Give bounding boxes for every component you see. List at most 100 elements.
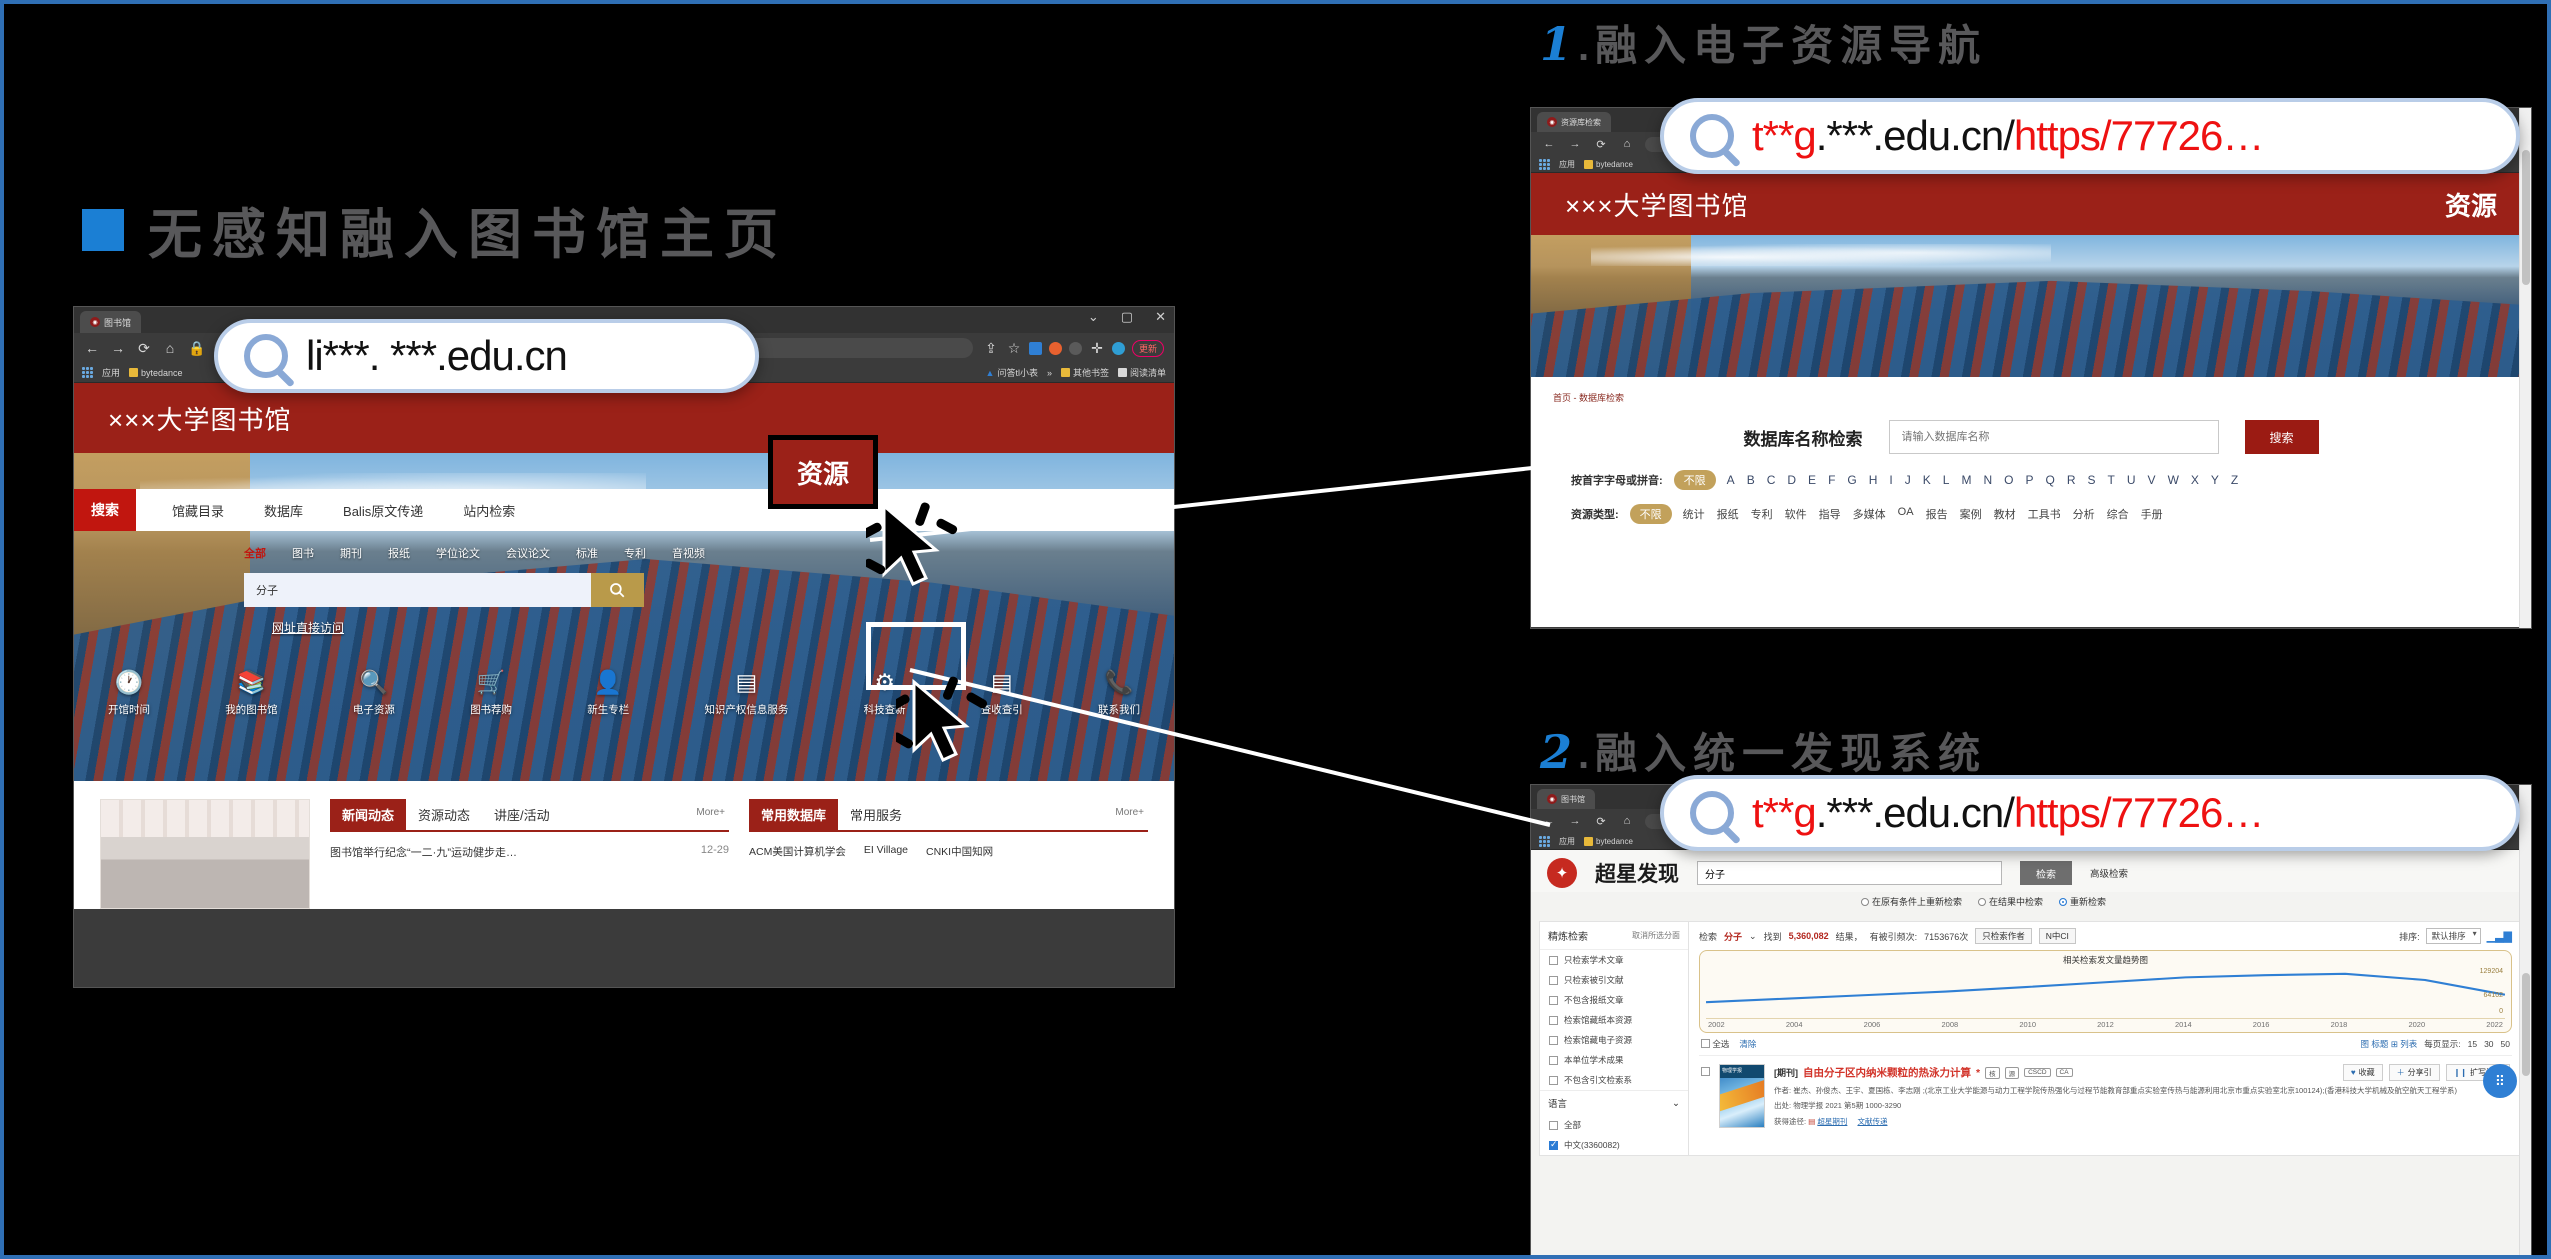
pager-option-15[interactable]: 15 [2468, 1039, 2477, 1049]
update-button[interactable]: 更新 [1131, 339, 1164, 357]
panel2-apps-grid-icon[interactable] [1539, 835, 1550, 847]
panel1-reload-icon[interactable]: ⟳ [1593, 138, 1609, 151]
news-more-link[interactable]: More+ [692, 799, 729, 830]
panel1-type-option[interactable]: 工具书 [2028, 506, 2061, 522]
panel2-refine-option[interactable]: 不包含引文检索系 [1540, 1070, 1688, 1090]
minimize-icon[interactable]: ⌄ [1088, 309, 1099, 325]
service-item-eresource[interactable]: 🔍 电子资源 [353, 671, 395, 717]
subnav-item-standard[interactable]: 标准 [576, 545, 598, 561]
database-tab-active[interactable]: 常用数据库 [749, 799, 839, 830]
nav-item-catalog[interactable]: 馆藏目录 [172, 501, 224, 520]
close-icon[interactable]: ✕ [1155, 309, 1166, 325]
news-tab-lecture[interactable]: 讲座/活动 [482, 799, 562, 830]
subnav-item-media[interactable]: 音视频 [672, 545, 705, 561]
panel1-letter-L[interactable]: L [1943, 473, 1950, 487]
checkbox-icon[interactable] [1549, 1120, 1558, 1130]
panel1-scrollbar[interactable] [2519, 108, 2531, 628]
subnav-item-newspapers[interactable]: 报纸 [388, 545, 410, 561]
nav-item-balis[interactable]: Balis原文传递 [343, 501, 423, 520]
panel1-letter-J[interactable]: J [1905, 473, 1911, 487]
panel1-url-callout[interactable]: t**g.***.edu.cn/https/77726… [1660, 98, 2520, 174]
meta-chevron-icon[interactable]: ⌄ [1749, 931, 1757, 942]
pager-option-50[interactable]: 50 [2501, 1039, 2510, 1049]
panel1-letter-C[interactable]: C [1767, 473, 1776, 487]
service-item-freshman[interactable]: 👤 新生专栏 [587, 671, 629, 717]
database-link-acm[interactable]: ACM美国计算机学会 [749, 844, 846, 859]
panel1-bookmark-apps[interactable]: 应用 [1559, 159, 1575, 170]
overflow-chevron-icon[interactable]: » [1047, 368, 1052, 378]
subnav-item-all[interactable]: 全部 [244, 545, 266, 561]
news-list-item[interactable]: 图书馆举行纪念“一二·九”运动健步走… 12-29 [330, 832, 729, 860]
checkbox-icon[interactable] [1549, 955, 1558, 965]
panel1-letter-F[interactable]: F [1828, 473, 1835, 487]
maximize-icon[interactable]: ▢ [1121, 309, 1133, 325]
panel1-search-input[interactable] [1888, 420, 2219, 454]
database-link-ei[interactable]: EI Village [864, 844, 908, 859]
home-icon[interactable]: ⌂ [162, 340, 178, 356]
back-icon[interactable]: ← [84, 340, 100, 356]
panel2-language-option[interactable]: 中文(3360082) [1540, 1135, 1688, 1155]
panel1-scrollbar-thumb[interactable] [2522, 149, 2530, 285]
reload-icon[interactable]: ⟳ [136, 340, 152, 357]
result-item-checkbox[interactable] [1701, 1067, 1710, 1076]
panel1-letter-V[interactable]: V [2148, 473, 2156, 487]
nav-search-tab[interactable]: 搜索 [74, 489, 136, 531]
panel2-scrollbar[interactable] [2519, 785, 2531, 1255]
bookmark-item-qa[interactable]: ▲ 问答tl小表 [986, 366, 1038, 379]
panel1-type-option[interactable]: 指导 [1819, 506, 1841, 522]
puzzle-icon[interactable]: ✛ [1089, 340, 1105, 357]
panel2-home-icon[interactable]: ⌂ [1619, 815, 1635, 827]
panel2-search-input[interactable] [1697, 861, 2002, 885]
nav-item-database[interactable]: 数据库 [264, 501, 303, 520]
select-all-checkbox-wrap[interactable]: 全选 [1701, 1038, 1729, 1050]
panel2-refine-option[interactable]: 检索馆藏电子资源 [1540, 1030, 1688, 1050]
panel1-type-option[interactable]: OA [1898, 506, 1914, 522]
panel2-scrollbar-thumb[interactable] [2522, 973, 2530, 1077]
panel1-browser-tab[interactable]: ◉ 资源库检索 [1537, 112, 1611, 132]
panel1-forward-icon[interactable]: → [1567, 138, 1583, 150]
forward-icon[interactable]: → [110, 340, 126, 356]
bookmark-item-other[interactable]: 其他书签 [1060, 366, 1109, 379]
panel1-letter-S[interactable]: S [2088, 473, 2096, 487]
database-link-cnki[interactable]: CNKI中国知网 [926, 844, 993, 859]
panel1-type-all-chip[interactable]: 不限 [1629, 504, 1672, 524]
subnav-item-journals[interactable]: 期刊 [340, 545, 362, 561]
panel2-refine-option[interactable]: 不包含报纸文章 [1540, 990, 1688, 1010]
panel2-language-section[interactable]: 语言 ⌄ [1540, 1090, 1688, 1115]
panel1-alpha-all-chip[interactable]: 不限 [1673, 470, 1716, 490]
checkbox-icon[interactable] [1549, 1035, 1558, 1045]
panel1-letter-U[interactable]: U [2127, 473, 2136, 487]
display-mode-toggle[interactable]: 图 标题 ⊞ 列表 [2361, 1038, 2418, 1050]
panel1-bookmark-item[interactable]: bytedance [1584, 159, 1633, 169]
select-all-checkbox[interactable] [1701, 1039, 1710, 1048]
panel2-sort-select[interactable]: 默认排序 [2425, 928, 2481, 944]
panel1-letter-K[interactable]: K [1923, 473, 1931, 487]
panel2-radio-inresults[interactable]: 在结果中检索 [1978, 895, 2043, 908]
subnav-item-thesis[interactable]: 学位论文 [436, 545, 480, 561]
panel1-type-option[interactable]: 分析 [2073, 506, 2095, 522]
panel1-type-option[interactable]: 手册 [2141, 506, 2163, 522]
panel2-radio-new[interactable]: 重新检索 [2059, 895, 2106, 908]
result-favorite-button[interactable]: ♥ 收藏 [2342, 1064, 2383, 1081]
panel2-bookmark-item[interactable]: bytedance [1584, 836, 1633, 846]
subnav-item-patent[interactable]: 专利 [624, 545, 646, 561]
clear-selection-link[interactable]: 清除 [1739, 1038, 1756, 1050]
apps-grid-icon[interactable] [82, 367, 93, 378]
panel1-back-icon[interactable]: ← [1541, 138, 1557, 150]
panel2-bookmark-apps[interactable]: 应用 [1559, 836, 1575, 847]
result-access-link-journal[interactable]: 超星期刊 [1817, 1117, 1847, 1126]
panel1-type-option[interactable]: 统计 [1683, 506, 1705, 522]
panel1-letter-R[interactable]: R [2067, 473, 2076, 487]
panel1-letter-Z[interactable]: Z [2231, 473, 2238, 487]
service-item-ip[interactable]: ▤ 知识产权信息服务 [704, 671, 788, 717]
service-item-hours[interactable]: 🕐 开馆时间 [108, 671, 150, 717]
panel2-url-callout[interactable]: t**g.***.edu.cn/https/77726… [1660, 775, 2520, 851]
panel1-type-option[interactable]: 专利 [1751, 506, 1773, 522]
profile-avatar[interactable] [1111, 341, 1125, 355]
panel1-letter-I[interactable]: I [1889, 473, 1892, 487]
panel1-header-resource[interactable]: 资源 [2445, 186, 2497, 223]
browser-tab[interactable]: ◉ 图书馆 [80, 311, 142, 333]
nav-item-sitesearch[interactable]: 站内检索 [463, 501, 515, 520]
extension-icon-1[interactable] [1028, 341, 1042, 355]
result-access-link-delivery[interactable]: 文献传递 [1857, 1117, 1887, 1126]
